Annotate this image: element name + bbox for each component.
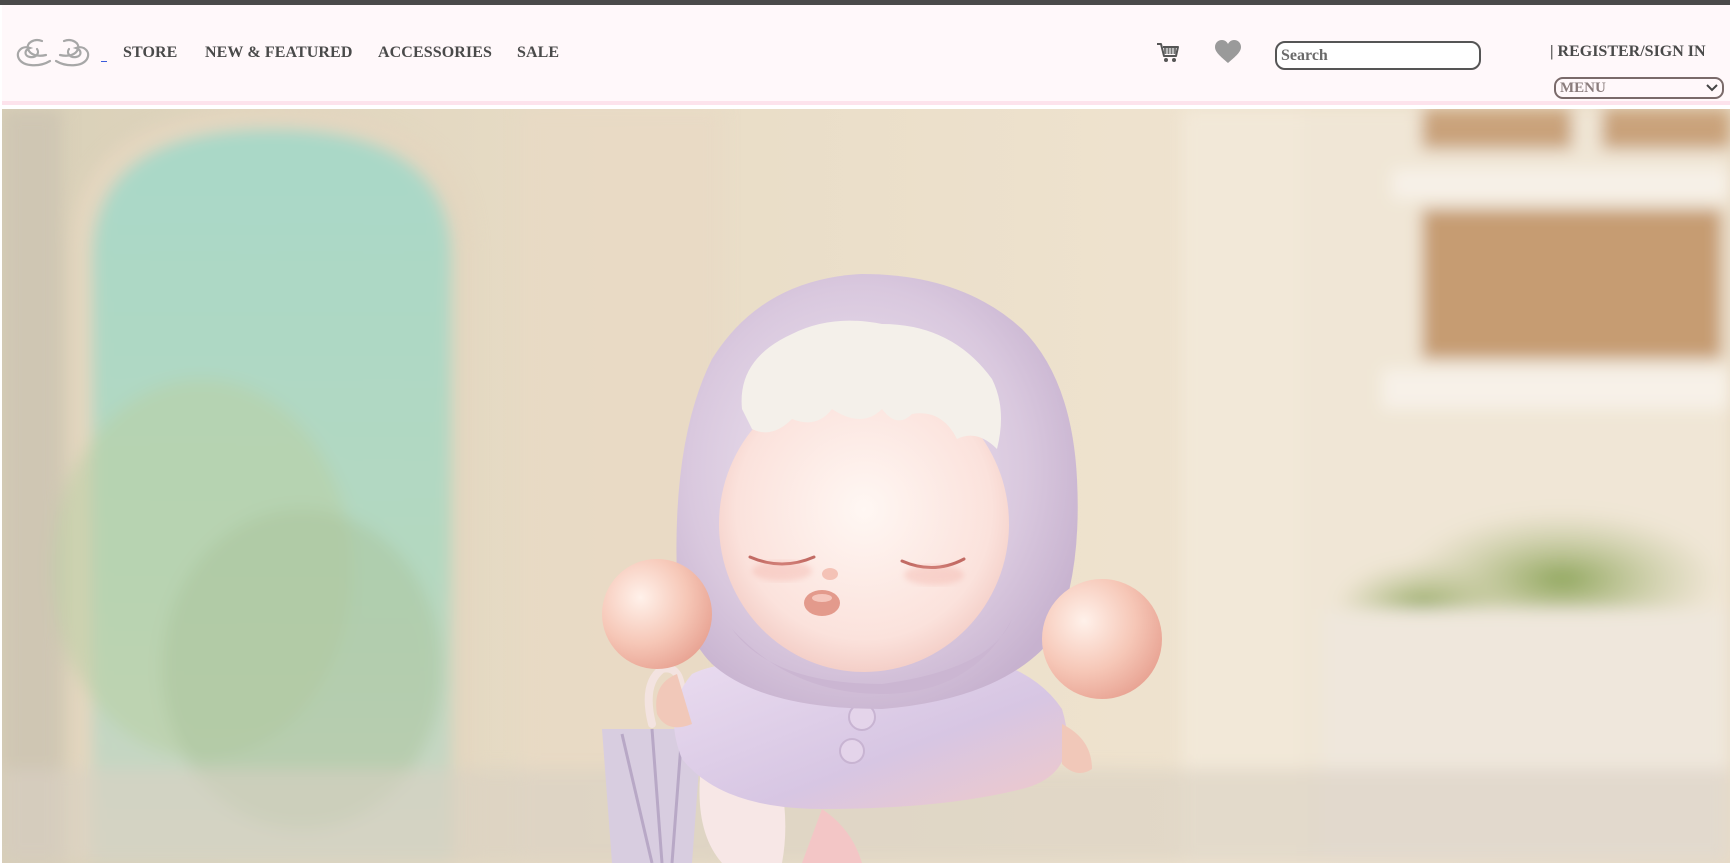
register-sign-in-link[interactable]: | REGISTER/SIGN IN bbox=[1550, 43, 1706, 61]
hero-banner-image bbox=[2, 109, 1730, 863]
site-header: STORE NEW & FEATURED ACCESSORIES SALE | … bbox=[2, 5, 1730, 105]
menu-dropdown[interactable]: MENU bbox=[1554, 77, 1724, 99]
nav-accessories-link[interactable]: ACCESSORIES bbox=[378, 44, 492, 62]
chevron-down-icon bbox=[1706, 80, 1718, 97]
heart-icon[interactable] bbox=[1214, 39, 1242, 65]
shopping-cart-icon[interactable] bbox=[1155, 39, 1181, 65]
wings-logo-icon[interactable] bbox=[10, 35, 96, 71]
nav-sale-link[interactable]: SALE bbox=[517, 44, 559, 62]
menu-dropdown-label: MENU bbox=[1560, 79, 1606, 96]
nav-store-link[interactable]: STORE bbox=[123, 44, 177, 62]
search-input[interactable] bbox=[1275, 41, 1481, 70]
nav-new-featured-link[interactable]: NEW & FEATURED bbox=[205, 44, 353, 62]
logo-link-underline bbox=[101, 61, 107, 62]
